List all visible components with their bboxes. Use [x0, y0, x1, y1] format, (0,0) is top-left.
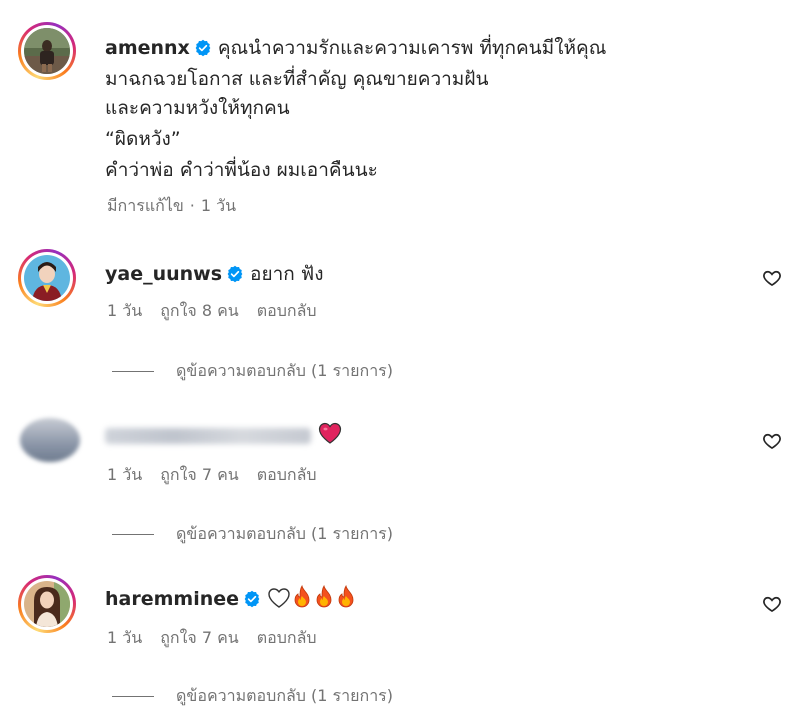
comment-avatar[interactable] — [18, 575, 76, 633]
like-heart-icon[interactable] — [762, 431, 782, 451]
view-replies-button[interactable]: ดูข้อความตอบกลับ (1 รายการ) — [112, 359, 393, 384]
comment-line — [105, 422, 342, 444]
comment-meta: 1 วัน ถูกใจ 7 คน ตอบกลับ — [107, 626, 317, 651]
divider — [112, 696, 154, 697]
post-time[interactable]: 1 วัน — [201, 196, 236, 215]
verified-badge-icon — [227, 265, 243, 283]
comment-line: haremminee — [105, 585, 357, 610]
like-count[interactable]: ถูกใจ 7 คน — [160, 628, 239, 647]
comment-time[interactable]: 1 วัน — [107, 628, 142, 647]
view-replies-label: ดูข้อความตอบกลับ (1 รายการ) — [176, 361, 394, 380]
like-count[interactable]: ถูกใจ 7 คน — [160, 465, 239, 484]
divider — [112, 371, 154, 372]
post-caption-line: “ผิดหวัง” — [105, 128, 181, 150]
comment-avatar[interactable] — [18, 249, 76, 307]
comment-username[interactable]: yae_uunws — [105, 263, 222, 285]
fire-emoji — [338, 585, 354, 608]
blurred-username[interactable] — [105, 427, 311, 444]
comment-time[interactable]: 1 วัน — [107, 301, 142, 320]
verified-badge-icon — [195, 39, 211, 57]
like-heart-icon[interactable] — [762, 594, 782, 614]
comment-username[interactable]: haremminee — [105, 588, 239, 610]
reply-button[interactable]: ตอบกลับ — [257, 301, 317, 320]
view-replies-label: ดูข้อความตอบกลับ (1 รายการ) — [176, 524, 394, 543]
comment-text: อยาก ฟัง — [250, 263, 324, 285]
view-replies-button[interactable]: ดูข้อความตอบกลับ (1 รายการ) — [112, 684, 393, 709]
post-caption-line: มาฉกฉวยโอกาส และที่สำคัญ คุณขายความฝัน — [105, 68, 489, 90]
view-replies-label: ดูข้อความตอบกลับ (1 รายการ) — [176, 686, 394, 705]
like-count[interactable]: ถูกใจ 8 คน — [160, 301, 239, 320]
reply-button[interactable]: ตอบกลับ — [257, 628, 317, 647]
comment-meta: 1 วัน ถูกใจ 7 คน ตอบกลับ — [107, 463, 317, 488]
comment-time[interactable]: 1 วัน — [107, 465, 142, 484]
edited-label: มีการแก้ไข — [107, 196, 184, 215]
avatar — [24, 581, 70, 627]
fire-emoji — [294, 585, 310, 608]
fire-emoji — [316, 585, 332, 608]
post-caption-first-line: amennx คุณนำความรักและความเคารพ ที่ทุกคน… — [105, 33, 606, 63]
white-heart-emoji — [268, 588, 290, 608]
post-author-avatar[interactable] — [18, 22, 76, 80]
avatar — [24, 255, 70, 301]
avatar — [24, 28, 70, 74]
comment-meta: 1 วัน ถูกใจ 8 คน ตอบกลับ — [107, 299, 317, 324]
like-heart-icon[interactable] — [762, 268, 782, 288]
divider — [112, 534, 154, 535]
meta-separator: · — [189, 196, 195, 215]
verified-badge-icon — [244, 590, 260, 608]
post-caption-line: คุณนำความรักและความเคารพ ที่ทุกคนมีให้คุ… — [217, 37, 607, 59]
post-meta: มีการแก้ไข · 1 วัน — [107, 194, 236, 219]
red-heart-emoji — [318, 422, 342, 444]
blurred-avatar[interactable] — [20, 418, 80, 462]
view-replies-button[interactable]: ดูข้อความตอบกลับ (1 รายการ) — [112, 522, 393, 547]
post-caption-line: คำว่าพ่อ คำว่าพี่น้อง ผมเอาคืนนะ — [105, 159, 378, 181]
comment-line: yae_uunws อยาก ฟัง — [105, 259, 324, 289]
post-caption-line: และความหวังให้ทุกคน — [105, 97, 290, 119]
reply-button[interactable]: ตอบกลับ — [257, 465, 317, 484]
post-author-username[interactable]: amennx — [105, 37, 190, 59]
